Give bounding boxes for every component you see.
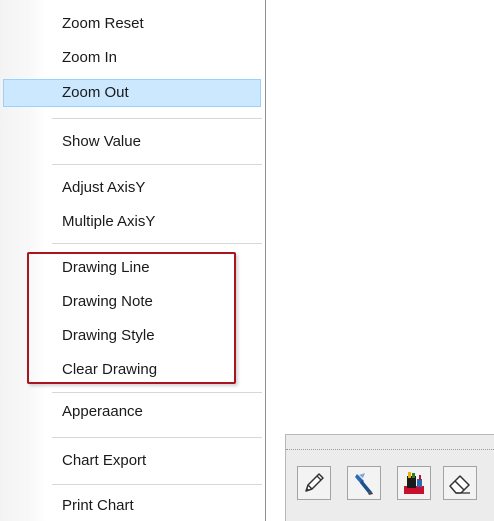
draw-note-button[interactable]	[347, 466, 381, 500]
menu-separator	[52, 243, 262, 244]
clear-drawing-button[interactable]	[443, 466, 477, 500]
menu-item-adjust-axisy[interactable]: Adjust AxisY	[3, 174, 261, 202]
menu-item-multiple-axisy[interactable]: Multiple AxisY	[3, 208, 261, 236]
draw-line-button[interactable]	[297, 466, 331, 500]
menu-separator	[52, 437, 262, 438]
note-pen-icon	[351, 470, 377, 496]
pencil-icon	[301, 470, 327, 496]
draw-style-button[interactable]	[397, 466, 431, 500]
menu-item-zoom-out[interactable]: Zoom Out	[3, 79, 261, 107]
menu-separator	[52, 164, 262, 165]
drawing-group-highlight-box	[27, 252, 236, 384]
style-palette-icon	[401, 470, 427, 496]
context-menu: Zoom Reset Zoom In Zoom Out Show Value A…	[0, 0, 266, 521]
menu-separator	[52, 392, 262, 393]
drawing-toolbar	[285, 434, 494, 521]
menu-item-chart-export[interactable]: Chart Export	[3, 447, 261, 475]
menu-item-zoom-reset[interactable]: Zoom Reset	[3, 10, 261, 38]
menu-item-appearance[interactable]: Apperaance	[3, 398, 261, 426]
menu-separator	[52, 484, 262, 485]
toolbar-grip[interactable]	[286, 449, 494, 450]
menu-item-print-chart[interactable]: Print Chart	[3, 492, 261, 520]
menu-separator	[52, 118, 262, 119]
menu-item-zoom-in[interactable]: Zoom In	[3, 44, 261, 72]
eraser-icon	[447, 470, 473, 496]
menu-item-show-value[interactable]: Show Value	[3, 128, 261, 156]
